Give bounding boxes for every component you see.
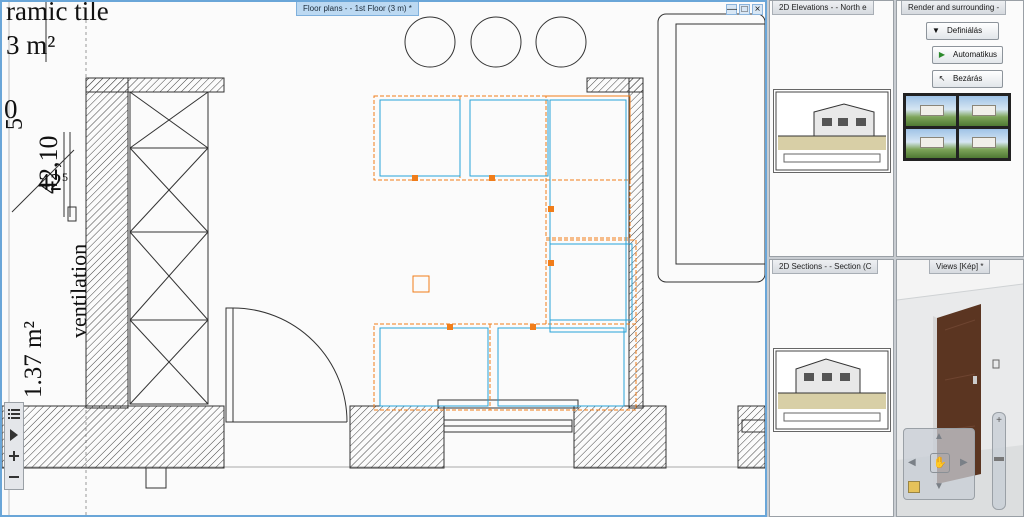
zoom-handle[interactable] [994,457,1004,461]
label-dimension-small-value: 42 [38,170,62,196]
render-thumbnail[interactable] [906,128,956,158]
wall-top-left [85,77,225,93]
side-toolbar [4,402,24,490]
minus-icon[interactable] [5,466,23,487]
navigation-control[interactable]: ▲ ◀ ▶ ▼ ✋ [903,428,975,500]
sections-panel[interactable]: 2D Sections - - Section (C [769,259,894,517]
render-tab[interactable]: Render and surrounding - [901,1,1007,15]
automatic-button[interactable]: ▶ Automatikus [932,46,1003,64]
sofa [657,13,765,283]
render-thumbnail[interactable] [906,96,956,126]
maximize-button[interactable]: □ [739,4,750,15]
elevations-tab[interactable]: 2D Elevations - - North e [772,1,874,15]
render-thumbnail[interactable] [958,96,1008,126]
elevations-panel[interactable]: 2D Elevations - - North e [769,0,894,257]
label-area-top: 3 m² [6,30,56,60]
elevation-drawing [775,91,889,171]
floor-plan-canvas[interactable] [2,2,765,515]
arrow-up-icon[interactable]: ▲ [934,431,944,442]
render-thumbnails[interactable] [903,93,1011,161]
window-frame [437,399,579,433]
wall-bottom-right [573,405,667,469]
play-icon: ▶ [938,50,946,59]
cursor-icon: ↖ [938,74,946,83]
wall-bottom-mid [349,405,445,469]
automatic-label: Automatikus [953,50,998,59]
label-area-bottom: 1.37 m² [20,321,47,398]
wall-bottom-far [737,405,765,469]
wall-bottom-left [2,405,225,469]
arrow-down-icon[interactable]: ▼ [934,481,944,492]
play-icon[interactable] [5,424,23,445]
outlet-box [145,467,167,489]
hand-icon[interactable]: ✋ [930,453,950,473]
zoom-in-icon[interactable]: + [993,415,1005,426]
elevation-thumbnail[interactable] [773,89,891,173]
selected-cabinets [373,95,637,411]
arrow-right-icon[interactable]: ▶ [960,457,968,468]
list-icon[interactable] [5,403,23,424]
shelving-unit [129,91,209,405]
ceiling-fixture [470,16,522,68]
label-dimension-five: 5 [2,118,28,130]
chevron-down-icon: ▼ [932,26,940,35]
zoom-slider[interactable]: + [992,412,1006,510]
ceiling-fixture [404,16,456,68]
wall-left [85,77,129,409]
define-label: Definiálás [947,26,983,35]
arrow-left-icon[interactable]: ◀ [908,457,916,468]
ceiling-fixture [535,16,587,68]
door-swing [225,307,348,423]
label-ventilation: ventilation [66,243,91,338]
close-render-button[interactable]: ↖ Bezárás [932,70,1003,88]
define-button[interactable]: ▼ Definiálás [926,22,999,40]
section-thumbnail[interactable] [773,348,891,432]
sun-icon[interactable] [908,481,920,493]
render-thumbnail[interactable] [958,128,1008,158]
label-tile-type: ramic tile [6,0,109,26]
views-tab[interactable]: Views [Kép] * [929,260,991,274]
plus-icon[interactable] [5,445,23,466]
close-button[interactable]: × [752,4,763,15]
window-buttons: — □ × [726,4,763,15]
sections-tab[interactable]: 2D Sections - - Section (C [772,260,879,274]
minimize-button[interactable]: — [726,4,737,15]
label-dimension-small-sup: 5 [62,170,68,184]
close-render-label: Bezárás [953,74,983,83]
floor-plan-view[interactable]: ramic tile 3 m² 0 5 42,10 425 ventilatio… [0,0,767,517]
section-drawing [775,350,889,430]
label-dimension-small: 425 [38,170,68,197]
floor-plan-tab[interactable]: Floor plans - - 1st Floor (3 m) * [296,2,419,16]
